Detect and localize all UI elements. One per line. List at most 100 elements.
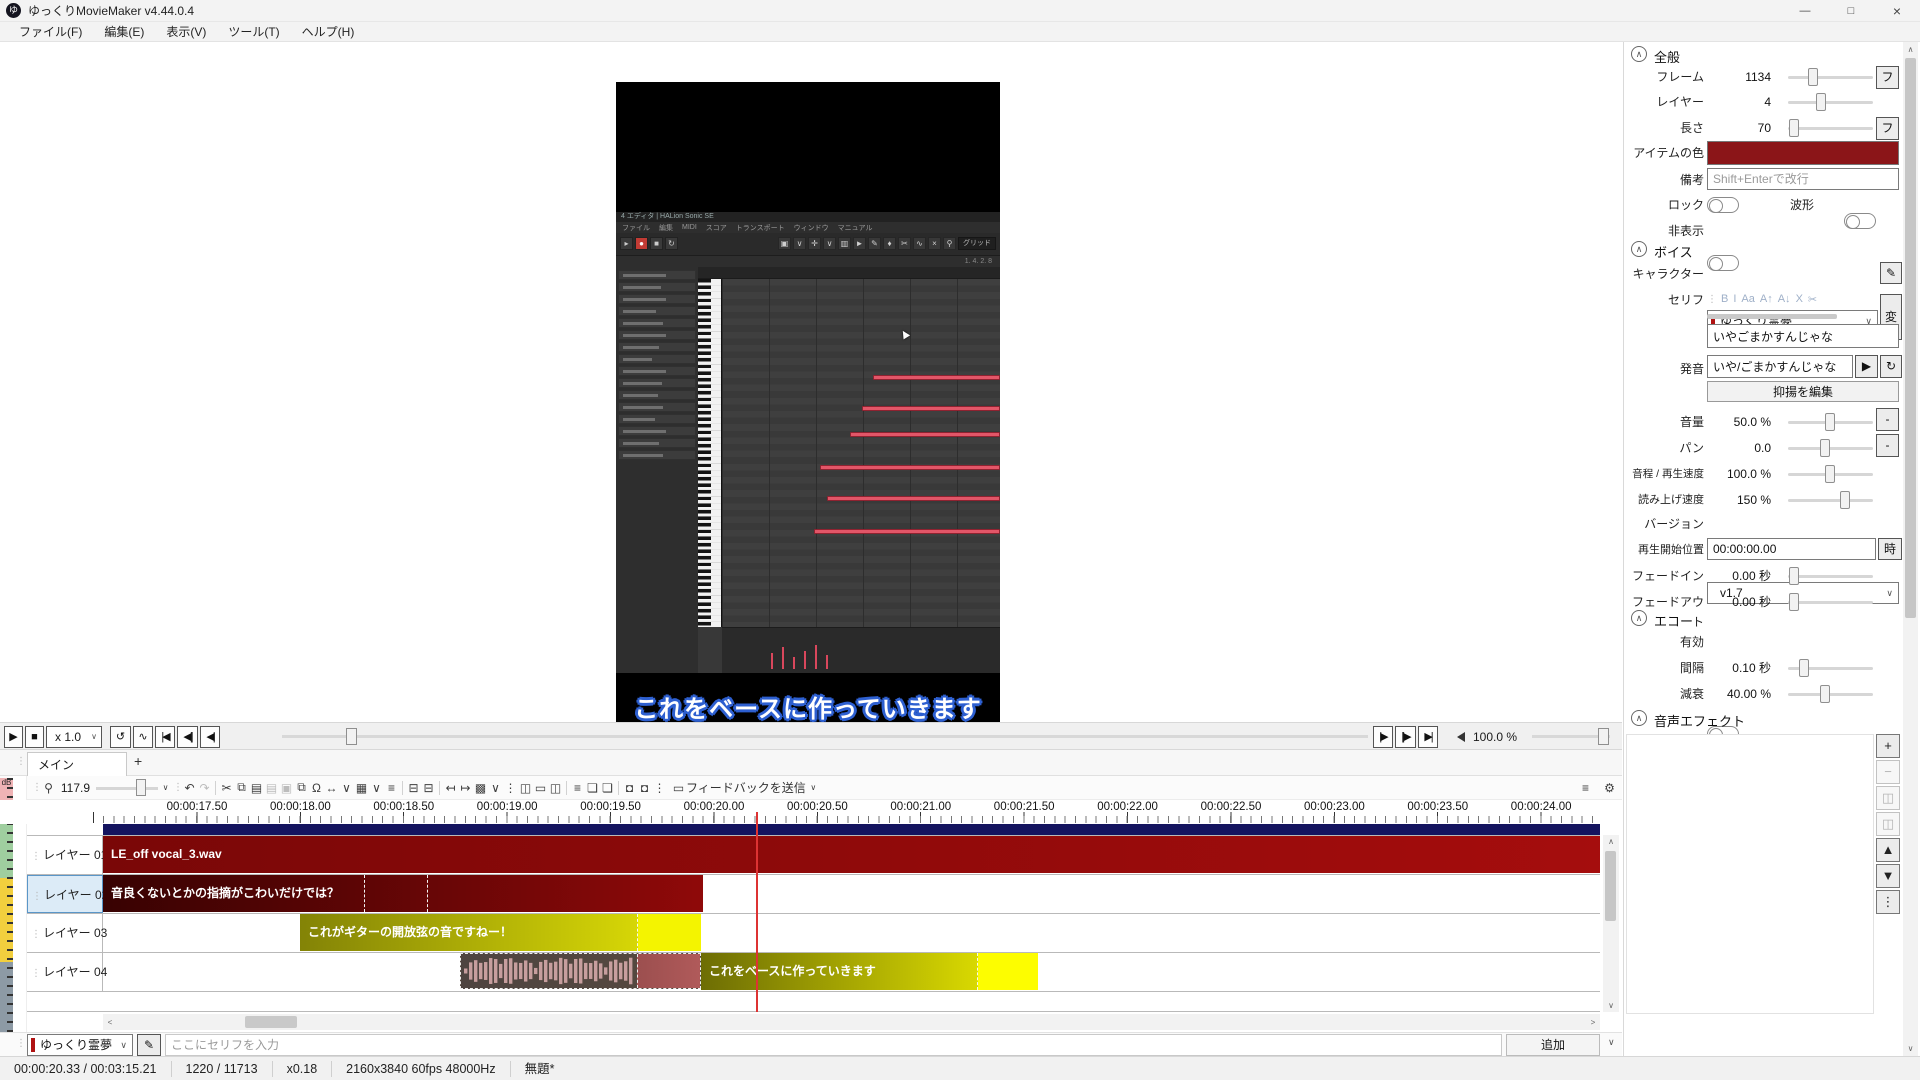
effect-menu-button[interactable]: ⋮ [1876,890,1900,914]
timeline-overview-strip[interactable] [103,824,1600,835]
save-icon[interactable]: ◫ [548,781,563,795]
layer-label-02[interactable]: ⋮レイヤー 02 [27,875,103,913]
clip-voice-03[interactable]: これがギターの開放弦の音ですねー！ [300,914,701,951]
volume-prop-value[interactable]: 50.0 % [1706,412,1771,432]
scroll-up-icon[interactable]: ∧ [1603,837,1619,846]
cut-icon[interactable]: ✂ [219,781,234,795]
echo-interval-value[interactable]: 0.10 秒 [1706,658,1771,678]
grid-icon[interactable]: ▦ [354,781,369,795]
effect-save-button[interactable]: ◫ [1876,786,1900,810]
copy-icon[interactable]: ⧉ [234,780,249,795]
clear-format-icon[interactable]: X [1796,293,1803,305]
frame-mode-button[interactable]: フ [1876,66,1899,89]
minimize-button[interactable]: — [1782,0,1828,22]
pan-link-button[interactable]: - [1876,434,1899,457]
layer-slider[interactable] [1788,92,1873,112]
grid-menu-icon[interactable]: ∨ [369,781,384,795]
fadeout-value[interactable]: 0.00 秒 [1706,592,1771,612]
inputbar-drag-handle-icon[interactable]: ⋮ [16,1038,25,1049]
effect-up-button[interactable]: ▲ [1876,838,1900,862]
echo-decay-slider[interactable] [1788,684,1873,704]
repeat-button[interactable]: ↺ [110,726,131,748]
pan-slider[interactable] [1788,438,1873,458]
go-start-button[interactable]: |◀ [155,726,175,748]
format-toolbar-scrollbar[interactable] [1707,314,1837,319]
font-larger-icon[interactable]: A↑ [1760,293,1773,305]
restore-button[interactable]: □ [1828,0,1874,22]
length-mode-button[interactable]: フ [1876,117,1899,140]
seek-thumb[interactable] [346,728,357,745]
panel-scroll-down-icon[interactable]: ∨ [1903,1044,1918,1053]
feedback-menu-icon[interactable]: ∨ [806,783,821,792]
scroll-left-icon[interactable]: < [105,1018,115,1027]
mixer-icon[interactable]: ≡ [570,781,585,795]
effect-add-button[interactable]: + [1876,734,1900,758]
clip-audio-waveform[interactable] [460,953,701,989]
clip-voice-02[interactable]: 音良くないとかの指摘がこわいだけでは？ [103,875,703,912]
close-button[interactable]: × [1874,0,1920,22]
prev-frame-button[interactable]: ◀|| [177,726,198,748]
layer-label-01[interactable]: ⋮レイヤー 01 [27,836,103,874]
timeline-settings-gear-icon[interactable]: ⚙ [1602,781,1617,795]
play-button[interactable]: ▶ [4,726,23,748]
paste-special-icon[interactable]: ▤ [264,781,279,795]
regenerate-voice-button[interactable]: ↻ [1880,355,1902,378]
undo-icon[interactable]: ↶ [182,781,197,795]
toolbar-list-icon[interactable]: ≡ [1578,781,1593,795]
section-collapse-echo-icon[interactable]: ∧ [1631,610,1647,626]
scroll-down-icon[interactable]: ∨ [1603,1001,1619,1010]
effect-down-button[interactable]: ▼ [1876,864,1900,888]
play-pronunciation-button[interactable]: ▶ [1855,355,1878,378]
tab-main[interactable]: メイン [27,752,127,776]
timeline-horizontal-scrollbar[interactable]: < > [103,1014,1600,1030]
lock-icon[interactable]: Ω [309,781,324,795]
font-smaller-icon[interactable]: A↓ [1778,293,1791,305]
next-item-button[interactable]: |▶ [1373,726,1393,748]
fit-width-icon[interactable]: ↔ [324,781,339,795]
bold-icon[interactable]: B [1721,293,1728,305]
section-collapse-general-icon[interactable]: ∧ [1631,46,1647,62]
prev-item-button[interactable]: ◀| [200,726,220,748]
character-edit-button[interactable]: ✎ [137,1034,161,1056]
frame-value[interactable]: 1134 [1706,67,1771,87]
pitch-value[interactable]: 100.0 % [1706,464,1771,484]
feedback-button[interactable]: フィードバックを送信 [686,779,806,796]
serif-text-input[interactable] [165,1034,1502,1056]
speech-rate-value[interactable]: 150 % [1706,490,1771,510]
panel-scroll-up-icon[interactable]: ∧ [1903,45,1918,54]
delete-icon[interactable]: ⊟ [406,781,421,795]
layer-label-04[interactable]: ⋮レイヤー 04 [27,953,103,991]
frame-slider[interactable] [1788,67,1873,87]
stop-button[interactable]: ■ [25,726,44,748]
menu-edit[interactable]: 編集(E) [95,23,153,40]
toolbar1-group-handle-icon[interactable]: ⋮ [173,782,182,793]
pronunciation-input[interactable] [1707,355,1853,378]
timeline-vertical-scrollbar[interactable]: ∧ ∨ [1603,835,1619,1012]
volume-icon[interactable] [1452,732,1465,742]
fit-width-menu-icon[interactable]: ∨ [339,781,354,795]
menu-dots-icon[interactable]: ⋮ [652,781,667,795]
serif-input[interactable] [1707,324,1899,348]
screenshot-menu-icon[interactable]: ◘ [637,781,652,795]
tabbar-drag-handle-icon[interactable]: ⋮ [16,756,25,767]
menu-tools[interactable]: ツール(T) [219,23,288,40]
length-value[interactable]: 70 [1706,118,1771,138]
character-edit-icon[interactable]: ✎ [1880,262,1902,284]
menu-help[interactable]: ヘルプ(H) [293,23,364,40]
add-tab-button[interactable]: + [134,753,142,769]
move-right-icon[interactable]: ↦ [458,781,473,795]
volume-link-button[interactable]: - [1876,408,1899,431]
layer-label-03[interactable]: ⋮レイヤー 03 [27,914,103,952]
section-collapse-voice-icon[interactable]: ∧ [1631,241,1647,257]
lock-toggle[interactable] [1707,197,1739,213]
playhead[interactable] [756,812,758,1012]
align-icon[interactable]: ≡ [384,781,399,795]
layer-value[interactable]: 4 [1706,92,1771,112]
inputbar-menu-icon[interactable]: ∨ [1608,1037,1615,1048]
delete-after-icon[interactable]: ⊟ [421,781,436,795]
echo-decay-value[interactable]: 40.00 % [1706,684,1771,704]
open-folder-icon[interactable]: ▭ [533,781,548,795]
waveform-toggle[interactable] [1844,213,1876,229]
start-position-mode-button[interactable]: 時 [1878,538,1902,560]
timeline-ruler[interactable]: 00:00:17.5000:00:18.0000:00:18.5000:00:1… [0,800,1622,824]
